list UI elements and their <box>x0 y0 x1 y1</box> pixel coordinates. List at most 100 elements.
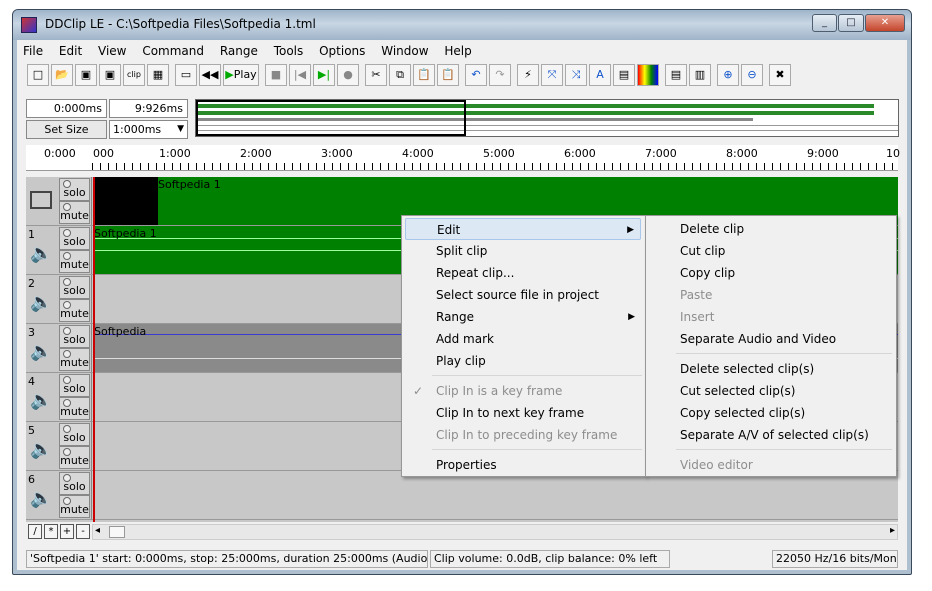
context-item-add-mark[interactable]: Add mark <box>405 328 494 350</box>
monitor-icon[interactable] <box>30 191 52 209</box>
submenu-item-separate-av-selected[interactable]: Separate A/V of selected clip(s) <box>649 424 869 446</box>
overview-panel[interactable] <box>195 99 899 137</box>
tools-icon[interactable]: ✖ <box>769 64 791 86</box>
pencil-button[interactable]: / <box>28 524 42 539</box>
submenu-item-cut-clip[interactable]: Cut clip <box>649 240 725 262</box>
cross-icon[interactable]: ⤨ <box>565 64 587 86</box>
submenu-item-copy-clip[interactable]: Copy clip <box>649 262 735 284</box>
menu-help[interactable]: Help <box>438 42 477 60</box>
submenu-item-paste[interactable]: Paste <box>649 284 712 306</box>
context-item-preceding-key-frame[interactable]: Clip In to preceding key frame <box>405 424 617 446</box>
zoom-out-icon[interactable]: ⊖ <box>741 64 763 86</box>
mute-button[interactable]: mute <box>59 348 90 371</box>
menu-view[interactable]: View <box>92 42 132 60</box>
speaker-icon[interactable]: 🔈 <box>30 341 52 362</box>
mute-button[interactable]: mute <box>59 299 90 322</box>
close-button[interactable]: ✕ <box>865 14 905 32</box>
overview-viewport[interactable] <box>196 100 466 136</box>
asterisk-button[interactable]: * <box>44 524 58 539</box>
stop-icon[interactable]: ■ <box>265 64 287 86</box>
context-item-edit[interactable]: Edit ▶ <box>405 218 641 240</box>
save-all-icon[interactable]: ▣ <box>99 64 121 86</box>
title-bar[interactable]: DDClip LE - C:\Softpedia Files\Softpedia… <box>13 10 911 40</box>
set-size-button[interactable]: Set Size <box>26 120 107 139</box>
submenu-item-copy-selected[interactable]: Copy selected clip(s) <box>649 402 805 424</box>
mute-button[interactable]: mute <box>59 397 90 420</box>
maximize-button[interactable]: □ <box>838 14 864 32</box>
track-icon[interactable]: ▤ <box>665 64 687 86</box>
mute-button[interactable]: mute <box>59 446 90 469</box>
solo-button[interactable]: solo <box>59 325 90 348</box>
paste-special-icon[interactable]: 📋 <box>437 64 459 86</box>
submenu-item-video-editor[interactable]: Video editor <box>649 454 753 476</box>
track-6[interactable]: 6 🔈 solo mute <box>26 471 898 520</box>
save-icon[interactable]: ▣ <box>75 64 97 86</box>
remove-track-button[interactable]: - <box>76 524 90 539</box>
solo-button[interactable]: solo <box>59 423 90 446</box>
prev-frame-icon[interactable]: |◀ <box>289 64 311 86</box>
paste-icon[interactable]: 📋 <box>413 64 435 86</box>
minimize-button[interactable]: _ <box>812 14 837 32</box>
context-item-properties[interactable]: Properties <box>405 454 497 476</box>
play-button[interactable]: ▶Play <box>223 64 259 86</box>
submenu-item-insert[interactable]: Insert <box>649 306 714 328</box>
video-icon[interactable]: ▦ <box>147 64 169 86</box>
speaker-icon[interactable]: 🔈 <box>30 488 52 509</box>
end-time-field[interactable]: 9:926ms <box>109 99 188 118</box>
split-icon[interactable]: ⚡ <box>517 64 539 86</box>
size-select[interactable]: 1:000ms ▼ <box>109 120 188 139</box>
cut-icon[interactable]: ✂ <box>365 64 387 86</box>
menu-edit[interactable]: Edit <box>53 42 88 60</box>
submenu-item-delete-selected[interactable]: Delete selected clip(s) <box>649 358 814 380</box>
app-icon[interactable] <box>21 17 37 33</box>
speaker-icon[interactable]: 🔈 <box>30 390 52 411</box>
effect-icon[interactable]: ▤ <box>613 64 635 86</box>
context-item-key-frame[interactable]: ✓ Clip In is a key frame <box>405 380 562 402</box>
submenu-item-separate-av[interactable]: Separate Audio and Video <box>649 328 836 350</box>
clip-icon[interactable]: clip <box>123 64 145 86</box>
solo-button[interactable]: solo <box>59 374 90 397</box>
speaker-icon[interactable]: 🔈 <box>30 243 52 264</box>
context-item-range[interactable]: Range ▶ <box>405 306 641 328</box>
redo-icon[interactable]: ↷ <box>489 64 511 86</box>
menu-file[interactable]: File <box>17 42 49 60</box>
menu-tools[interactable]: Tools <box>268 42 310 60</box>
start-time-field[interactable]: 0:000ms <box>26 99 107 118</box>
undo-icon[interactable]: ↶ <box>465 64 487 86</box>
scroll-left-icon[interactable]: ◂ <box>95 525 100 536</box>
solo-button[interactable]: solo <box>59 178 90 201</box>
submenu-item-delete-clip[interactable]: Delete clip <box>649 218 744 240</box>
mute-button[interactable]: mute <box>59 250 90 273</box>
menu-window[interactable]: Window <box>375 42 434 60</box>
rewind-icon[interactable]: ◀◀ <box>199 64 221 86</box>
menu-options[interactable]: Options <box>313 42 371 60</box>
solo-button[interactable]: solo <box>59 472 90 495</box>
context-item-split-clip[interactable]: Split clip <box>405 240 487 262</box>
horizontal-scrollbar[interactable]: ◂ ▸ <box>92 524 898 540</box>
submenu-item-cut-selected[interactable]: Cut selected clip(s) <box>649 380 795 402</box>
color-bars-icon[interactable] <box>637 64 659 86</box>
context-item-play-clip[interactable]: Play clip <box>405 350 486 372</box>
join-icon[interactable]: ⤧ <box>541 64 563 86</box>
zoom-in-icon[interactable]: ⊕ <box>717 64 739 86</box>
tracks-icon[interactable]: ▥ <box>689 64 711 86</box>
scroll-thumb[interactable] <box>109 526 125 538</box>
film-icon[interactable]: ▭ <box>175 64 197 86</box>
context-item-repeat-clip[interactable]: Repeat clip... <box>405 262 514 284</box>
add-track-button[interactable]: + <box>60 524 74 539</box>
scroll-right-icon[interactable]: ▸ <box>890 525 895 536</box>
solo-button[interactable]: solo <box>59 276 90 299</box>
mute-button[interactable]: mute <box>59 495 90 518</box>
empty-lane[interactable] <box>93 471 898 519</box>
open-icon[interactable]: 📂 <box>51 64 73 86</box>
speaker-icon[interactable]: 🔈 <box>30 292 52 313</box>
record-icon[interactable]: ● <box>337 64 359 86</box>
new-icon[interactable]: □ <box>27 64 49 86</box>
mute-button[interactable]: mute <box>59 201 90 224</box>
menu-command[interactable]: Command <box>136 42 210 60</box>
marker-icon[interactable]: A <box>589 64 611 86</box>
context-item-next-key-frame[interactable]: Clip In to next key frame <box>405 402 584 424</box>
next-frame-icon[interactable]: ▶| <box>313 64 335 86</box>
solo-button[interactable]: solo <box>59 227 90 250</box>
time-ruler[interactable]: 0:000 000 1:000 2:000 3:000 4:000 5:000 … <box>26 145 900 171</box>
